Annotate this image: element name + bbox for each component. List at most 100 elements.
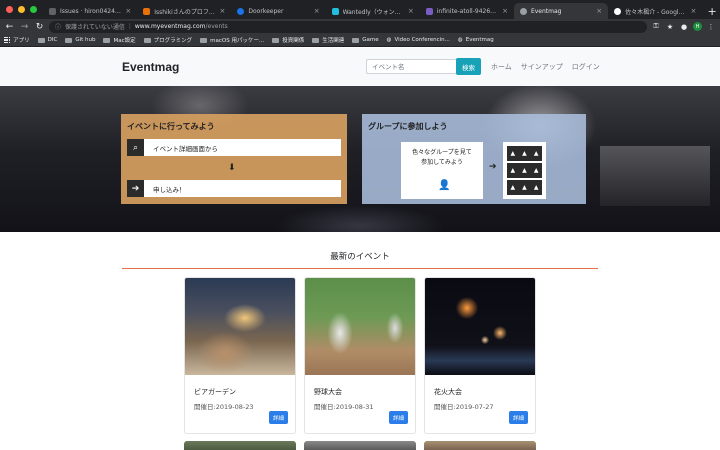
- site-logo[interactable]: Eventmag: [122, 60, 179, 74]
- event-detail-button[interactable]: 詳細: [509, 411, 528, 424]
- folder-icon: [272, 37, 280, 43]
- bookmark-link[interactable]: ◍ Eventmag: [458, 37, 494, 43]
- arrow-right-icon: ➔: [489, 162, 497, 172]
- bookmark-folder[interactable]: Mac設定: [103, 36, 136, 44]
- site-navbar: Eventmag 検索 ホーム サインアップ ログイン: [0, 48, 720, 86]
- security-warning-text: 保護されていない通信: [65, 24, 125, 31]
- doorkeeper-icon: [237, 7, 245, 15]
- bookmark-folder[interactable]: Git hub: [65, 37, 95, 43]
- event-search-input[interactable]: [366, 59, 457, 74]
- globe-icon: [519, 7, 527, 15]
- event-detail-button[interactable]: 詳細: [269, 411, 288, 424]
- event-title: 野球大会: [314, 388, 342, 396]
- profile-site-icon: [143, 7, 151, 15]
- step-apply: ➔ 申し込み！: [127, 180, 341, 197]
- event-date: 開催日:2019-08-23: [194, 403, 254, 411]
- star-icon[interactable]: ★: [665, 23, 675, 31]
- close-tab-icon[interactable]: ×: [502, 7, 508, 15]
- event-detail-button[interactable]: 詳細: [389, 411, 408, 424]
- bookmark-folder[interactable]: 投資関係: [272, 36, 304, 44]
- beer-garden-photo: [185, 278, 295, 375]
- event-card[interactable]: ビアガーデン 開催日:2019-08-23 詳細: [184, 277, 296, 434]
- reload-icon[interactable]: ↻: [34, 22, 45, 32]
- join-event-title: イベントに行ってみよう: [127, 122, 215, 131]
- close-tab-icon[interactable]: ×: [125, 7, 131, 15]
- bookmark-folder[interactable]: macOS 用パッケー...: [200, 36, 264, 44]
- browser-tab[interactable]: Doorkeeper ×: [231, 3, 325, 19]
- bookmark-folder[interactable]: DIC: [37, 37, 57, 43]
- browser-tab[interactable]: Issues · hiron0424/eventmag×: [43, 3, 137, 19]
- profile-avatar[interactable]: H: [693, 22, 702, 31]
- join-group-panel: グループに参加しよう 色々なグループを見て 参加してみよう 👤 ➔ ▲ ▲ ▲ ▲ ▲…: [362, 114, 586, 204]
- fireworks-photo: [425, 278, 535, 375]
- address-bar[interactable]: ⓘ 保護されていない通信 | www.myeventmag.com/events: [49, 20, 647, 33]
- event-title: 花火大会: [434, 388, 462, 396]
- close-tab-icon[interactable]: ×: [596, 7, 602, 15]
- nav-links: ホーム サインアップ ログイン: [491, 62, 600, 72]
- folder-icon: [37, 37, 45, 43]
- arrow-right-circle-icon: ➔: [127, 180, 144, 197]
- folder-icon: [200, 37, 208, 43]
- bookmark-link[interactable]: ◍ Video Conferencin...: [387, 37, 450, 43]
- close-window-button[interactable]: [6, 6, 13, 13]
- bookmark-folder[interactable]: 生活関連: [312, 36, 344, 44]
- globe-icon: ◍: [457, 37, 463, 43]
- search-button[interactable]: 検索: [456, 58, 481, 75]
- hero-banner: イベントに行ってみよう ⌕ イベント詳細画面から ⬇ ➔ 申し込み！ グループに…: [0, 86, 720, 232]
- baseball-photo: [305, 278, 415, 375]
- event-title: ビアガーデン: [194, 388, 236, 396]
- menu-dots-icon[interactable]: ⋮: [706, 23, 716, 31]
- nav-link-signup[interactable]: サインアップ: [521, 62, 563, 72]
- browser-tab[interactable]: 佐々木楓介 - Google 検索×: [608, 3, 702, 19]
- folder-icon: [143, 37, 151, 43]
- bookmarks-bar: アプリ DIC Git hub Mac設定 プログラミング macOS 用パッケ…: [0, 34, 720, 47]
- event-card[interactable]: 花火大会 開催日:2019-07-27 詳細: [424, 277, 536, 434]
- nav-link-home[interactable]: ホーム: [491, 62, 512, 72]
- back-arrow-icon[interactable]: ←: [4, 22, 15, 32]
- nav-link-login[interactable]: ログイン: [572, 62, 600, 72]
- step-event-detail: ⌕ イベント詳細画面から: [127, 139, 341, 156]
- join-group-title: グループに参加しよう: [368, 122, 448, 131]
- event-card-partial[interactable]: [304, 441, 416, 450]
- minimize-window-button[interactable]: [18, 6, 25, 13]
- person-icon: 👤: [438, 180, 451, 191]
- forward-arrow-icon[interactable]: →: [19, 22, 30, 32]
- globe-icon: ◍: [386, 37, 392, 43]
- url-host: www.myeventmag.com: [134, 23, 206, 30]
- join-event-panel: イベントに行ってみよう ⌕ イベント詳細画面から ⬇ ➔ 申し込み！: [121, 114, 347, 204]
- bookmark-folder[interactable]: プログラミング: [143, 36, 192, 44]
- folder-icon: [312, 37, 320, 43]
- event-card-partial[interactable]: [184, 441, 296, 450]
- new-tab-button[interactable]: +: [704, 3, 720, 19]
- browser-tab[interactable]: Wantedly（ウォンテッドリー）×: [326, 3, 420, 19]
- close-tab-icon[interactable]: ×: [314, 7, 320, 15]
- folder-icon: [65, 37, 73, 43]
- browser-tab[interactable]: infinite-atoll-94261 | Heroku×: [420, 3, 514, 19]
- browser-tab[interactable]: Isshikiさんのプロフィール（4）×: [137, 3, 231, 19]
- google-icon: [614, 7, 622, 15]
- group-people-icon: ▲ ▲ ▲ ▲ ▲ ▲ ▲ ▲ ▲: [503, 142, 546, 199]
- concert-stage-image: [600, 146, 710, 206]
- section-divider: [122, 268, 598, 269]
- event-card-partial[interactable]: [424, 441, 536, 450]
- bookmark-apps[interactable]: アプリ: [4, 36, 30, 44]
- magnifier-icon: ⌕: [127, 139, 144, 156]
- heroku-icon: [425, 7, 433, 15]
- apps-icon: [4, 36, 11, 44]
- browse-groups-box: 色々なグループを見て 参加してみよう 👤: [401, 142, 483, 199]
- info-icon: ⓘ: [55, 24, 62, 31]
- window-controls: [0, 0, 43, 19]
- github-icon: [49, 7, 56, 15]
- close-tab-icon[interactable]: ×: [408, 7, 414, 15]
- close-tab-icon[interactable]: ×: [690, 7, 696, 15]
- extension-icon[interactable]: ●: [679, 23, 689, 31]
- bookmark-folder[interactable]: Game: [352, 37, 379, 43]
- latest-events-heading: 最新のイベント: [330, 252, 390, 262]
- arrow-down-icon: ⬇: [228, 163, 236, 173]
- url-path: /events: [205, 23, 228, 30]
- browser-tab-active[interactable]: Eventmag ×: [513, 3, 609, 19]
- key-icon[interactable]: ⚿: [651, 22, 661, 31]
- zoom-window-button[interactable]: [30, 6, 37, 13]
- close-tab-icon[interactable]: ×: [220, 7, 226, 15]
- event-card[interactable]: 野球大会 開催日:2019-08-31 詳細: [304, 277, 416, 434]
